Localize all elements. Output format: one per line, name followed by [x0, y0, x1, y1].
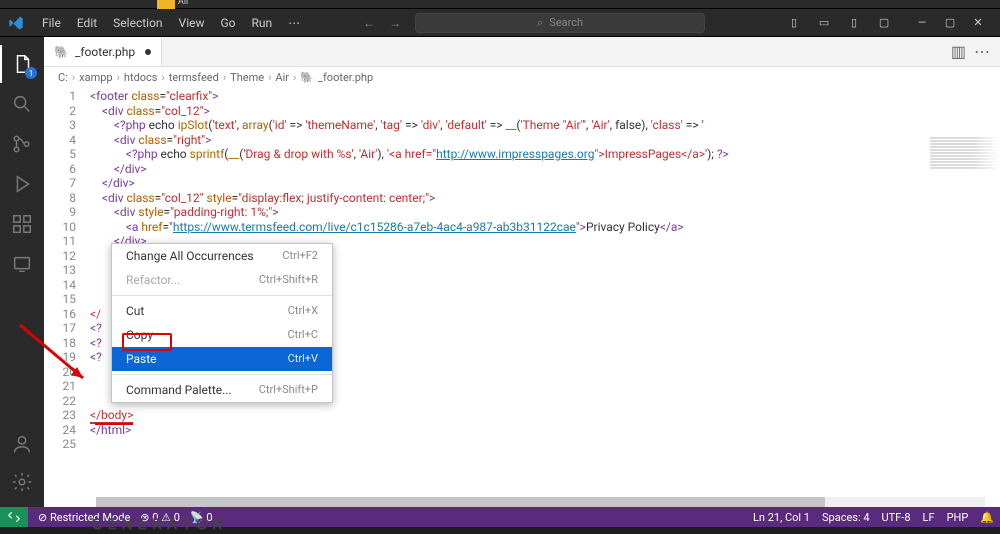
bc-0[interactable]: C: — [58, 71, 68, 84]
activity-explorer-icon[interactable]: 1 — [0, 45, 44, 83]
editor-tabs: 🐘 _footer.php ▥ ⋯ — [44, 37, 1000, 67]
activity-bar: 1 — [0, 37, 44, 509]
tab-dirty-indicator — [145, 49, 151, 55]
split-editor-icon[interactable]: ▥ — [951, 42, 966, 61]
context-menu-cut[interactable]: CutCtrl+X — [112, 299, 332, 323]
bc-2[interactable]: htdocs — [124, 71, 158, 84]
window-maximize[interactable]: ▢ — [936, 16, 964, 29]
layout-sidebar-right-icon[interactable]: ▯ — [840, 16, 868, 29]
tab-overflow-icon[interactable]: ⋯ — [974, 42, 990, 61]
activity-scm-icon[interactable] — [0, 125, 44, 163]
menu-go[interactable]: Go — [213, 16, 244, 30]
horizontal-scrollbar[interactable] — [96, 497, 985, 507]
indentation[interactable]: Spaces: 4 — [822, 511, 870, 524]
activity-account-icon[interactable] — [0, 425, 44, 463]
bc-4[interactable]: Theme — [230, 71, 264, 84]
remote-indicator[interactable] — [0, 507, 28, 527]
command-center-search[interactable]: ⌕ Search — [415, 13, 705, 33]
folder-path-icon — [157, 0, 175, 9]
menu-selection[interactable]: Selection — [105, 16, 170, 30]
bc-6[interactable]: _footer.php — [318, 71, 373, 84]
nav-back-icon[interactable]: ← — [363, 16, 375, 30]
tab-label: _footer.php — [75, 45, 135, 59]
bc-3[interactable]: termsfeed — [169, 71, 219, 84]
minimap[interactable] — [930, 137, 1000, 237]
window-close[interactable]: ✕ — [964, 16, 992, 29]
folder-path: All — [178, 0, 188, 7]
context-menu-copy[interactable]: CopyCtrl+C — [112, 323, 332, 347]
menu-run[interactable]: Run — [244, 16, 281, 30]
menu-bar: File Edit Selection View Go Run ⋯ ← → ⌕ … — [0, 9, 1000, 37]
language-mode[interactable]: PHP — [947, 511, 969, 524]
menu-overflow[interactable]: ⋯ — [280, 16, 308, 30]
eol[interactable]: LF — [923, 511, 935, 524]
activity-search-icon[interactable] — [0, 85, 44, 123]
vscode-icon — [8, 15, 24, 31]
context-menu-command-palette-[interactable]: Command Palette...Ctrl+Shift+P — [112, 378, 332, 402]
context-menu: Change All OccurrencesCtrl+F2Refactor...… — [111, 243, 333, 403]
line-number-gutter: 1234567891011121314151617181920212223242… — [44, 87, 90, 509]
activity-settings-icon[interactable] — [0, 463, 44, 501]
menu-view[interactable]: View — [171, 16, 213, 30]
bc-1[interactable]: xampp — [79, 71, 112, 84]
activity-debug-icon[interactable] — [0, 165, 44, 203]
cursor-position[interactable]: Ln 21, Col 1 — [753, 511, 810, 524]
layout-customize-icon[interactable]: ▢ — [870, 16, 898, 29]
menu-file[interactable]: File — [34, 16, 69, 30]
annotation-underline — [95, 423, 133, 425]
nav-forward-icon[interactable]: → — [389, 16, 401, 30]
explorer-badge: 1 — [25, 67, 37, 79]
context-menu-paste[interactable]: PasteCtrl+V — [112, 347, 332, 371]
annotation-arrow — [15, 320, 95, 390]
breadcrumb[interactable]: C:› xampp› htdocs› termsfeed› Theme› Air… — [44, 67, 1000, 87]
search-placeholder: Search — [549, 16, 583, 29]
activity-extensions-icon[interactable] — [0, 205, 44, 243]
activity-remote-icon[interactable] — [0, 245, 44, 283]
php-file-icon: 🐘 — [54, 45, 69, 59]
bc-5[interactable]: Air — [275, 71, 289, 84]
tab-footer-php[interactable]: 🐘 _footer.php — [44, 37, 162, 66]
window-minimize[interactable]: — — [908, 16, 936, 29]
layout-panel-icon[interactable]: ▭ — [810, 16, 838, 29]
menu-edit[interactable]: Edit — [69, 16, 105, 30]
layout-sidebar-left-icon[interactable]: ▯ — [780, 16, 808, 29]
search-icon: ⌕ — [537, 16, 543, 30]
encoding[interactable]: UTF-8 — [882, 511, 911, 524]
notifications-icon[interactable]: 🔔 — [980, 511, 994, 524]
context-menu-refactor-[interactable]: Refactor...Ctrl+Shift+R — [112, 268, 332, 292]
context-menu-change-all-occurrences[interactable]: Change All OccurrencesCtrl+F2 — [112, 244, 332, 268]
watermark-text: ＧＥＮＥＲＡＴＯＲ — [90, 514, 225, 534]
